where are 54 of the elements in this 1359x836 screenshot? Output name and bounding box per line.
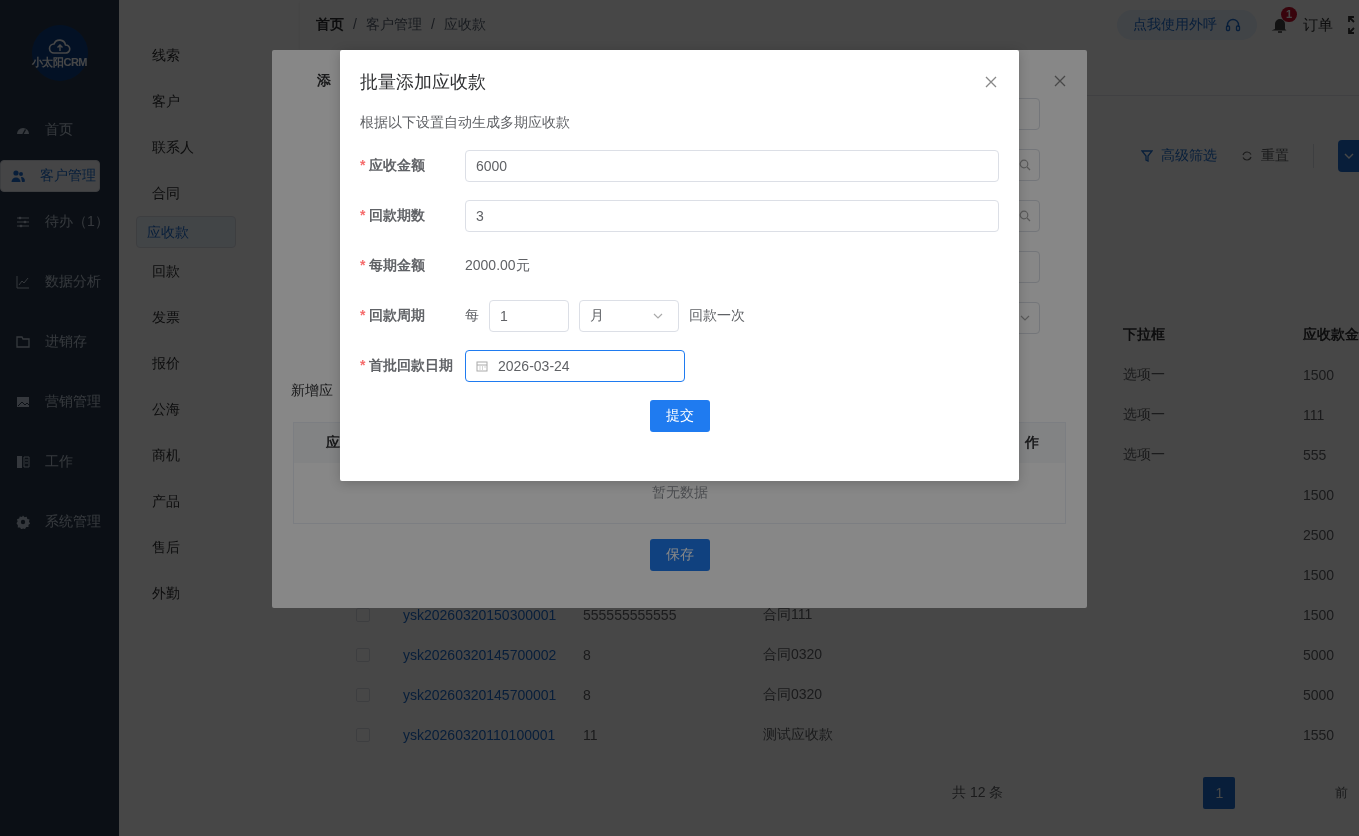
logo-text: 小太阳CRM <box>31 54 88 70</box>
field-label: * 每期金额 <box>360 257 427 275</box>
field-suffix: 回款一次 <box>689 307 745 325</box>
gear-icon <box>16 515 30 529</box>
search-icon <box>1019 159 1031 171</box>
close-icon[interactable] <box>985 76 997 88</box>
sliders-icon <box>16 215 30 229</box>
record-link[interactable]: ysk20260320145700002 <box>403 647 557 663</box>
field-prefix: 每 <box>465 307 479 325</box>
book-icon <box>16 455 30 469</box>
close-icon[interactable] <box>1054 75 1066 87</box>
field-label: * 回款期数 <box>360 207 427 225</box>
record-link[interactable]: ysk20260320150300001 <box>403 607 557 623</box>
refresh-icon <box>1241 150 1253 162</box>
headset-icon <box>1225 17 1241 33</box>
dialog-subtitle: 根据以下设置自动生成多期应收款 <box>360 114 571 132</box>
breadcrumb-separator: / <box>353 16 357 34</box>
search-icon <box>1019 210 1031 222</box>
folder-icon <box>16 335 30 349</box>
column-header: 下拉框 <box>1122 326 1166 344</box>
advanced-filter-button[interactable]: 高级筛选 <box>1141 147 1217 165</box>
column-header: 应收款金 <box>1302 326 1359 344</box>
field-value: 2000.00元 <box>465 257 530 275</box>
breadcrumb-link[interactable]: 首页 <box>316 16 344 34</box>
dialog-title: 批量添加应收款 <box>360 71 486 94</box>
record-link[interactable]: ysk20260320110100001 <box>403 727 556 743</box>
input-field[interactable]: 3 <box>465 200 999 232</box>
breadcrumb-separator: / <box>430 16 435 34</box>
image-icon <box>16 395 30 409</box>
section-title: 新增应 <box>291 382 334 400</box>
funnel-icon <box>1141 150 1153 162</box>
field-label: * 首批回款日期 <box>360 357 455 375</box>
save-button[interactable]: 保存 <box>649 539 710 571</box>
calendar-icon <box>476 360 488 372</box>
submit-button[interactable]: 提交 <box>649 400 710 432</box>
record-link[interactable]: ysk20260320145700001 <box>403 687 557 703</box>
column-header: 作 <box>1025 434 1039 452</box>
column-header: 应 <box>326 434 340 452</box>
cloud-icon <box>47 36 72 55</box>
field-label: * 回款周期 <box>360 307 427 325</box>
line-chart-icon <box>16 275 30 289</box>
notification-badge: 1 <box>1281 7 1298 22</box>
field-label: * 应收金额 <box>360 157 427 175</box>
orders-link[interactable]: 订单 <box>1303 15 1333 35</box>
input-field[interactable]: 6000 <box>465 150 999 182</box>
select-field[interactable]: 月 <box>579 300 679 332</box>
date-field[interactable]: 2026-03-24 <box>465 350 685 382</box>
dialog-title: 添 <box>317 72 331 90</box>
input-field[interactable]: 1 <box>489 300 569 332</box>
row-checkbox[interactable] <box>356 608 370 622</box>
empty-message: 暂无数据 <box>651 484 708 502</box>
people-icon <box>11 169 25 183</box>
bell-icon[interactable] <box>1271 16 1289 34</box>
chevron-down-icon <box>1344 151 1354 161</box>
